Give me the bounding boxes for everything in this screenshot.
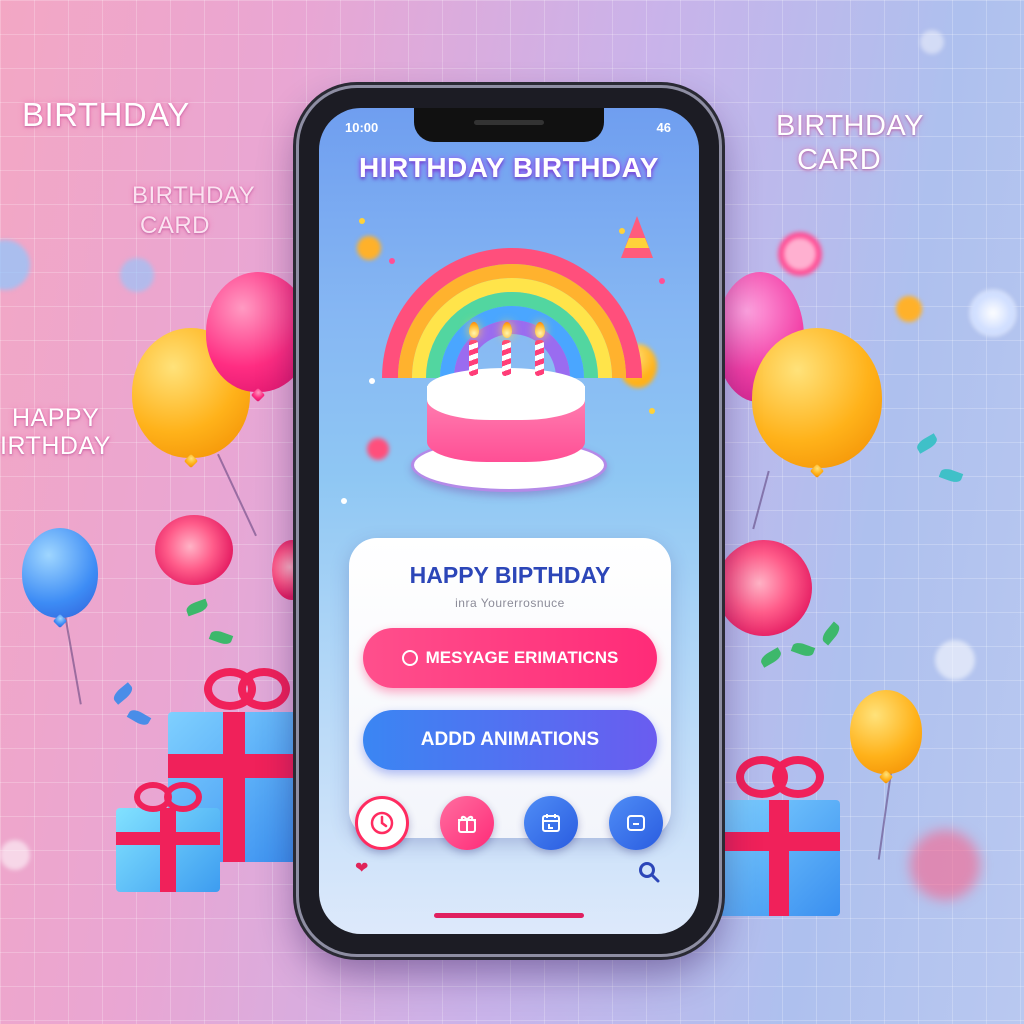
message-animations-label: MESYAGE ERIMATICNS — [425, 648, 619, 667]
add-animations-label: ADDD ANIMATIONS — [420, 729, 600, 750]
status-time: 10:00 — [345, 120, 379, 135]
message-animations-button[interactable]: MESYAGE ERIMATICNS — [363, 628, 657, 688]
gift-bow — [164, 782, 202, 812]
confetti — [341, 498, 347, 504]
bg-label-birthday-left: BIRTHDAY — [22, 96, 190, 133]
search-button[interactable] — [635, 858, 663, 886]
clock-icon — [370, 811, 394, 835]
disco-ball-ornament — [970, 290, 1016, 336]
confetti — [359, 218, 365, 224]
bokeh-light — [120, 258, 154, 292]
add-animations-button[interactable]: ADDD ANIMATIONS — [363, 710, 657, 770]
gift-button[interactable] — [439, 796, 494, 850]
gold-ornament — [357, 236, 381, 260]
app-title: HIRTHDAY BIRTHDAY — [359, 152, 659, 183]
card-subtitle: inra Yourerrosnuce — [455, 596, 565, 610]
phone-notch — [414, 108, 604, 142]
confetti — [369, 378, 375, 384]
bg-label-birthday-card-left-2: CARD — [140, 212, 211, 239]
bokeh-light — [935, 640, 975, 680]
pink-swirl-ornament — [778, 232, 822, 276]
confetti — [649, 408, 655, 414]
search-icon — [639, 862, 660, 883]
bg-label-happy-birthday-1: HAPPY — [12, 404, 100, 432]
bokeh-light — [910, 830, 980, 900]
frame-button[interactable] — [608, 796, 663, 850]
pink-ornament — [367, 438, 389, 460]
gift-box — [718, 800, 840, 916]
candle-flame — [535, 322, 545, 338]
phone-screen: 10:00 46 HIRTHDAY BIRTHDAY HAPPY BIPTHDA… — [319, 108, 699, 934]
home-indicator[interactable] — [434, 913, 584, 918]
bg-label-birthday-card-right-2: CARD — [797, 144, 882, 176]
balloon-yellow — [752, 328, 882, 468]
balloon-blue — [22, 528, 98, 618]
gift-icon — [457, 815, 476, 833]
candle-flame — [469, 322, 479, 338]
candle — [502, 340, 511, 376]
calendar-icon — [542, 814, 561, 832]
clock-button[interactable] — [355, 796, 409, 850]
gift-box — [116, 808, 220, 892]
bokeh-light — [0, 840, 30, 870]
candle — [469, 340, 478, 376]
candle-flame — [502, 322, 512, 338]
bg-label-birthday-card-right-1: BIRTHDAY — [776, 110, 924, 142]
message-icon — [401, 650, 418, 666]
gold-ornament — [896, 296, 922, 322]
candle — [535, 340, 544, 376]
rose-flower — [155, 515, 233, 585]
calendar-button[interactable] — [524, 796, 579, 850]
greeting-card-panel: HAPPY BIPTHDAY inra Yourerrosnuce MESYAG… — [349, 538, 671, 838]
phone-frame: 10:00 46 HIRTHDAY BIRTHDAY HAPPY BIPTHDA… — [299, 88, 719, 954]
gift-bow — [772, 756, 824, 798]
rainbow-illustration — [382, 248, 642, 378]
balloon-yellow — [850, 690, 922, 774]
heart-icon[interactable]: ❤ — [355, 858, 368, 878]
status-indicators: 46 — [656, 120, 671, 135]
bg-label-birthday-card-left-1: BIRTHDAY — [132, 182, 256, 209]
gift-bow — [238, 668, 290, 710]
balloon-pink — [206, 272, 310, 392]
rose-flower — [716, 540, 812, 636]
confetti — [659, 278, 665, 284]
bg-label-happy-birthday-2: IRTHDAY — [0, 432, 111, 460]
frame-icon — [626, 815, 645, 831]
bottom-icon-row — [355, 796, 663, 850]
card-title: HAPPY BIPTHDAY — [409, 562, 611, 588]
bokeh-light — [920, 30, 944, 54]
